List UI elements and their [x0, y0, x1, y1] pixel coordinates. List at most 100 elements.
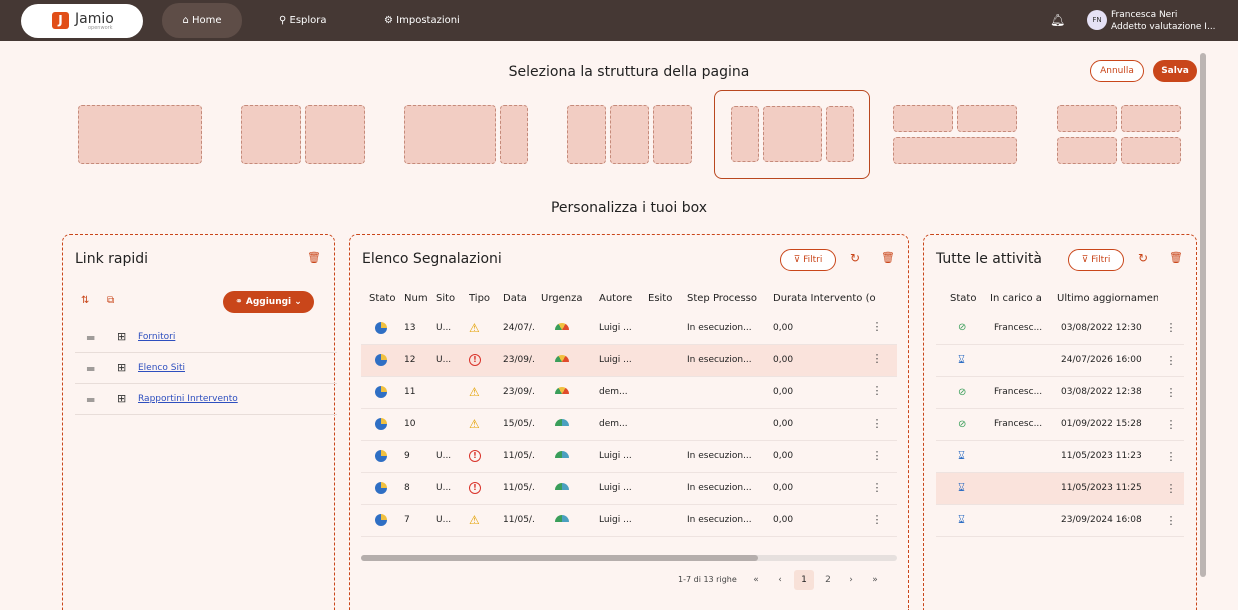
drag-handle-icon[interactable]: ═	[87, 331, 94, 345]
first-page-button[interactable]: «	[746, 570, 766, 590]
table-row[interactable]: ⊘ Francesc... 01/09/2022 15:28 ⋮	[936, 408, 1184, 441]
column-header[interactable]: Tipo	[469, 284, 503, 312]
pagination-range: 1-7 di 13 righe	[678, 575, 737, 584]
outcome-cell	[648, 376, 687, 409]
scrollbar-thumb[interactable]	[361, 555, 758, 561]
table-row[interactable]: 13 U... ⚠ 24/07/. Luigi ... In esecuzion... 0,…	[361, 312, 897, 345]
horizontal-scrollbar[interactable]	[361, 555, 897, 561]
cancel-button[interactable]: Annulla	[1090, 60, 1144, 82]
more-options-icon[interactable]: ⋮	[870, 513, 884, 526]
column-header[interactable]: Ultimo aggiornamento	[1057, 284, 1158, 312]
page-1-button[interactable]: 1	[794, 570, 814, 590]
table-row[interactable]: ⌛︎ 24/07/2026 16:00 ⋮	[936, 344, 1184, 377]
column-header[interactable]: Esito	[648, 284, 687, 312]
column-header[interactable]: In carico a	[990, 284, 1057, 312]
more-options-icon[interactable]: ⋮	[1158, 344, 1184, 377]
more-options-icon[interactable]: ⋮	[870, 384, 884, 397]
list-item[interactable]: ═ ⊞ Fornitori	[75, 322, 337, 353]
trash-icon[interactable]: 🗑︎	[881, 251, 895, 264]
status-cell	[361, 344, 404, 377]
step-cell: In esecuzion...	[687, 312, 773, 345]
avatar[interactable]: FN	[1087, 10, 1107, 30]
more-options-icon[interactable]: ⋮	[1158, 440, 1184, 473]
last-page-button[interactable]: »	[865, 570, 885, 590]
table-row[interactable]: ⊘ Francesc... 03/08/2022 12:38 ⋮	[936, 376, 1184, 409]
date-cell: 15/05/.	[503, 408, 541, 441]
more-options-icon[interactable]: ⋮	[870, 352, 884, 365]
column-header[interactable]: Step Processo	[687, 284, 773, 312]
page-scrollbar[interactable]	[1200, 53, 1206, 577]
step-cell: In esecuzion...	[687, 472, 773, 505]
drag-handle-icon[interactable]: ═	[87, 393, 94, 407]
column-header[interactable]: Durata Intervento (o	[773, 284, 897, 312]
filter-button[interactable]: ⊽ Filtri	[780, 249, 836, 271]
more-options-icon[interactable]: ⋮	[870, 481, 884, 494]
drag-handle-icon[interactable]: ═	[87, 362, 94, 376]
layout-placeholder	[305, 105, 365, 164]
site-cell: U...	[436, 440, 469, 473]
refresh-icon[interactable]: ↻	[850, 251, 860, 265]
nav-explore[interactable]: ⚲ Esplora	[279, 3, 327, 38]
table-row[interactable]: ⌛︎ 11/05/2023 11:25 ⋮	[936, 472, 1184, 505]
more-options-icon[interactable]: ⋮	[1158, 472, 1184, 505]
refresh-icon[interactable]: ↻	[1138, 251, 1148, 265]
gauge-icon	[555, 515, 569, 522]
link-rapportini[interactable]: Rapportini Inrtervento	[138, 394, 238, 404]
more-options-icon[interactable]: ⋮	[1158, 504, 1184, 537]
list-item[interactable]: ═ ⊞ Elenco Siti	[75, 353, 337, 384]
column-header[interactable]: Autore	[599, 284, 648, 312]
table-row[interactable]: 11 ⚠ 23/09/. dem... 0,00	[361, 376, 897, 409]
trash-icon[interactable]: 🗑︎	[1169, 251, 1183, 264]
trash-icon[interactable]: 🗑︎	[307, 251, 321, 264]
updated-cell: 01/09/2022 15:28	[1057, 408, 1158, 441]
page-2-button[interactable]: 2	[818, 570, 838, 590]
bell-icon[interactable]: 🔔︎	[1050, 13, 1065, 27]
column-header[interactable]: Data	[503, 284, 541, 312]
sort-icon[interactable]: ⇅	[81, 295, 89, 306]
column-header[interactable]: Num	[404, 284, 436, 312]
nav-explore-label: Esplora	[289, 15, 327, 26]
author-cell: Luigi ...	[599, 344, 648, 377]
table-row[interactable]: ⊘ Francesc... 03/08/2022 12:30 ⋮	[936, 312, 1184, 345]
add-link-button[interactable]: ⚭ Aggiungi ⌄	[223, 291, 314, 313]
updated-cell: 11/05/2023 11:25	[1057, 472, 1158, 505]
link-fornitori[interactable]: Fornitori	[138, 332, 175, 342]
user-info[interactable]: Francesca Neri Addetto valutazione I...	[1111, 9, 1216, 33]
nav-settings-label: Impostazioni	[396, 15, 460, 26]
gauge-icon	[555, 322, 569, 330]
table-row[interactable]: ⌛︎ 11/05/2023 11:23 ⋮	[936, 440, 1184, 473]
nav-home[interactable]: ⌂ Home	[162, 3, 242, 38]
list-item[interactable]: ═ ⊞ Rapportini Inrtervento	[75, 384, 337, 415]
app-logo[interactable]: J Jamio openwork	[21, 4, 143, 38]
more-options-icon[interactable]: ⋮	[870, 449, 884, 462]
gauge-icon	[555, 451, 569, 458]
more-options-icon[interactable]: ⋮	[1158, 312, 1184, 345]
filter-button[interactable]: ⊽ Filtri	[1068, 249, 1124, 271]
table-row[interactable]: 12 U...! 23/09/. Luigi ... In esecuzion... 0,…	[361, 344, 897, 377]
table-row[interactable]: 8 U...! 11/05/. Luigi ... In esecuzion... 0,0…	[361, 472, 897, 505]
table-row[interactable]: 10 ⚠ 15/05/. dem... 0,00	[361, 408, 897, 441]
status-cell	[361, 504, 404, 537]
column-header[interactable]: Stato	[361, 284, 404, 312]
status-cell: ⊘	[936, 408, 990, 441]
gear-icon: ⚙	[384, 15, 393, 26]
prev-page-button[interactable]: ‹	[770, 570, 790, 590]
table-row[interactable]: 9 U...! 11/05/. Luigi ... In esecuzion... 0,0…	[361, 440, 897, 473]
column-header[interactable]: Stato	[936, 284, 990, 312]
num-cell: 9	[404, 440, 436, 473]
column-header[interactable]: Sito	[436, 284, 469, 312]
layout-placeholder	[763, 106, 822, 162]
more-options-icon[interactable]: ⋮	[870, 320, 884, 333]
more-options-icon[interactable]: ⋮	[870, 417, 884, 430]
copy-icon[interactable]: ⧉	[107, 295, 114, 306]
more-options-icon[interactable]: ⋮	[1158, 408, 1184, 441]
table-row[interactable]: 7 U... ⚠ 11/05/. Luigi ... In esecuzion... 0,0…	[361, 504, 897, 537]
more-options-icon[interactable]: ⋮	[1158, 376, 1184, 409]
type-cell: ⚠	[469, 376, 503, 409]
link-elenco-siti[interactable]: Elenco Siti	[138, 363, 185, 373]
next-page-button[interactable]: ›	[841, 570, 861, 590]
table-row[interactable]: ⌛︎ 23/09/2024 16:08 ⋮	[936, 504, 1184, 537]
save-button[interactable]: Salva	[1153, 60, 1197, 82]
nav-settings[interactable]: ⚙ Impostazioni	[384, 3, 460, 38]
column-header[interactable]: Urgenza	[541, 284, 599, 312]
